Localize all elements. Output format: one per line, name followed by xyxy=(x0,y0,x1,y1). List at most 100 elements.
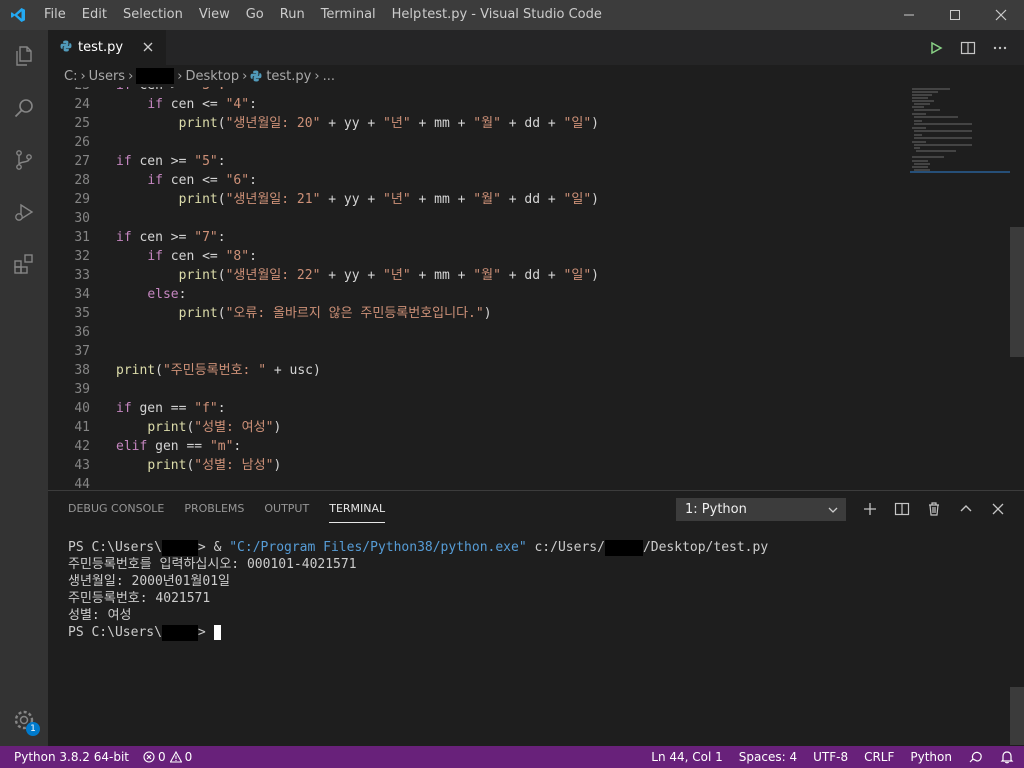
language-mode[interactable]: Python xyxy=(910,750,952,764)
code-token: ) xyxy=(273,420,282,435)
menu-selection[interactable]: Selection xyxy=(115,0,191,30)
code-editor[interactable]: 23if cen >= "3":24 if cen <= "4":25 prin… xyxy=(48,87,1024,490)
end-of-line[interactable]: CRLF xyxy=(864,750,894,764)
line-source: if gen == "f": xyxy=(90,399,226,418)
indentation[interactable]: Spaces: 4 xyxy=(739,750,797,764)
script-path: c:/Users/ xyxy=(526,540,605,555)
terminal-scrollbar[interactable] xyxy=(1010,687,1024,745)
feedback-icon[interactable] xyxy=(968,750,984,764)
tab-test-py[interactable]: test.py xyxy=(48,30,166,65)
line-source: if cen <= "6": xyxy=(90,171,257,190)
code-token: if xyxy=(116,401,132,416)
line-number: 31 xyxy=(74,230,90,245)
tab-terminal[interactable]: TERMINAL xyxy=(329,491,385,527)
menu-view[interactable]: View xyxy=(191,0,238,30)
line-source xyxy=(90,323,116,342)
code-token: "일" xyxy=(563,192,592,207)
code-token: ) xyxy=(591,268,599,283)
status-bar: Python 3.8.2 64-bit 0 0 Ln 44, Col 1 Spa… xyxy=(0,746,1024,768)
code-token: print xyxy=(147,458,187,473)
code-token: ( xyxy=(217,306,226,321)
terminal-line: 생년월일: 2000년01월01일 xyxy=(68,574,230,589)
maximize-panel-icon[interactable] xyxy=(950,496,982,522)
explorer-icon[interactable] xyxy=(0,30,48,82)
manage-gear-icon[interactable]: 1 xyxy=(0,700,48,740)
menu-run[interactable]: Run xyxy=(272,0,313,30)
terminal-line: PS C:\Users\ > xyxy=(68,624,768,641)
code-line: 42 elif gen == "m": xyxy=(48,437,948,456)
code-token: + mm + xyxy=(410,268,474,283)
encoding[interactable]: UTF-8 xyxy=(813,750,848,764)
code-token: "3": xyxy=(186,87,225,93)
menu-help[interactable]: Help xyxy=(384,0,430,30)
line-number: 33 xyxy=(74,268,90,283)
maximize-button[interactable] xyxy=(932,0,978,30)
tab-debug-console[interactable]: DEBUG CONSOLE xyxy=(68,491,164,527)
code-token: + yy + xyxy=(320,116,384,131)
line-number: 26 xyxy=(74,135,90,150)
prompt-text: > xyxy=(197,625,214,640)
line-source: if cen >= "5": xyxy=(90,152,226,171)
line-source: print("생년월일: 22" + yy + "년" + mm + "월" +… xyxy=(90,266,599,285)
breadcrumb-drive[interactable]: C: xyxy=(64,69,77,84)
breadcrumb-desktop[interactable]: Desktop xyxy=(185,69,239,84)
python-interpreter[interactable]: Python 3.8.2 64-bit xyxy=(14,750,129,764)
code-token: ) xyxy=(591,192,599,207)
breadcrumb-more[interactable]: ... xyxy=(323,69,335,84)
bell-icon[interactable] xyxy=(1000,750,1014,764)
code-token: if xyxy=(116,230,132,245)
run-debug-icon[interactable] xyxy=(0,186,48,238)
redacted-username xyxy=(161,539,198,556)
terminal-line: 주민등록번호: 4021571 xyxy=(68,591,211,606)
code-line: 27 if cen >= "5": xyxy=(48,152,948,171)
editor-scrollbar[interactable] xyxy=(1010,227,1024,357)
terminal-line: PS C:\Users\ > & "C:/Program Files/Python… xyxy=(68,539,768,556)
tab-output[interactable]: OUTPUT xyxy=(264,491,309,527)
terminal-select[interactable]: 1: Python xyxy=(676,498,846,521)
more-actions-icon[interactable] xyxy=(984,30,1016,65)
menu-edit[interactable]: Edit xyxy=(74,0,115,30)
tab-problems[interactable]: PROBLEMS xyxy=(184,491,244,527)
problems-status[interactable]: 0 0 xyxy=(143,750,206,764)
line-source: print("성별: 남성") xyxy=(90,456,281,475)
menu-bar: File Edit Selection View Go Run Terminal… xyxy=(36,0,429,30)
close-window-button[interactable] xyxy=(978,0,1024,30)
error-icon xyxy=(143,751,155,763)
search-icon[interactable] xyxy=(0,82,48,134)
code-token: if xyxy=(147,97,163,112)
close-panel-icon[interactable] xyxy=(982,496,1014,522)
code-line: 24 if cen <= "4": xyxy=(48,95,948,114)
menu-terminal[interactable]: Terminal xyxy=(313,0,384,30)
split-editor-icon[interactable] xyxy=(952,30,984,65)
line-number: 41 xyxy=(74,420,90,435)
close-icon[interactable] xyxy=(140,39,156,55)
split-terminal-icon[interactable] xyxy=(886,496,918,522)
line-number: 32 xyxy=(74,249,90,264)
source-control-icon[interactable] xyxy=(0,134,48,186)
code-token: "4" xyxy=(225,97,250,112)
code-line: 26 xyxy=(48,133,948,152)
minimize-button[interactable] xyxy=(886,0,932,30)
menu-go[interactable]: Go xyxy=(238,0,272,30)
warning-icon xyxy=(169,751,182,763)
chevron-right-icon: › xyxy=(242,68,248,84)
terminal-output[interactable]: PS C:\Users\ > & "C:/Program Files/Python… xyxy=(68,539,768,641)
cursor-position[interactable]: Ln 44, Col 1 xyxy=(651,750,723,764)
line-source: print("성별: 여성") xyxy=(90,418,281,437)
run-python-file-icon[interactable] xyxy=(920,30,952,65)
line-number: 44 xyxy=(74,477,90,490)
code-token: + mm + xyxy=(410,192,474,207)
code-token: "월" xyxy=(473,116,501,131)
code-line: 29 print("생년월일: 21" + yy + "년" + mm + "월… xyxy=(48,190,948,209)
menu-file[interactable]: File xyxy=(36,0,74,30)
minimap[interactable] xyxy=(910,87,1010,177)
breadcrumb-users[interactable]: Users xyxy=(89,69,125,84)
line-number: 28 xyxy=(74,173,90,188)
extensions-icon[interactable] xyxy=(0,238,48,290)
trash-icon[interactable] xyxy=(918,496,950,522)
new-terminal-icon[interactable] xyxy=(854,496,886,522)
code-token: if xyxy=(116,87,132,93)
breadcrumb-file[interactable]: test.py xyxy=(266,69,311,84)
